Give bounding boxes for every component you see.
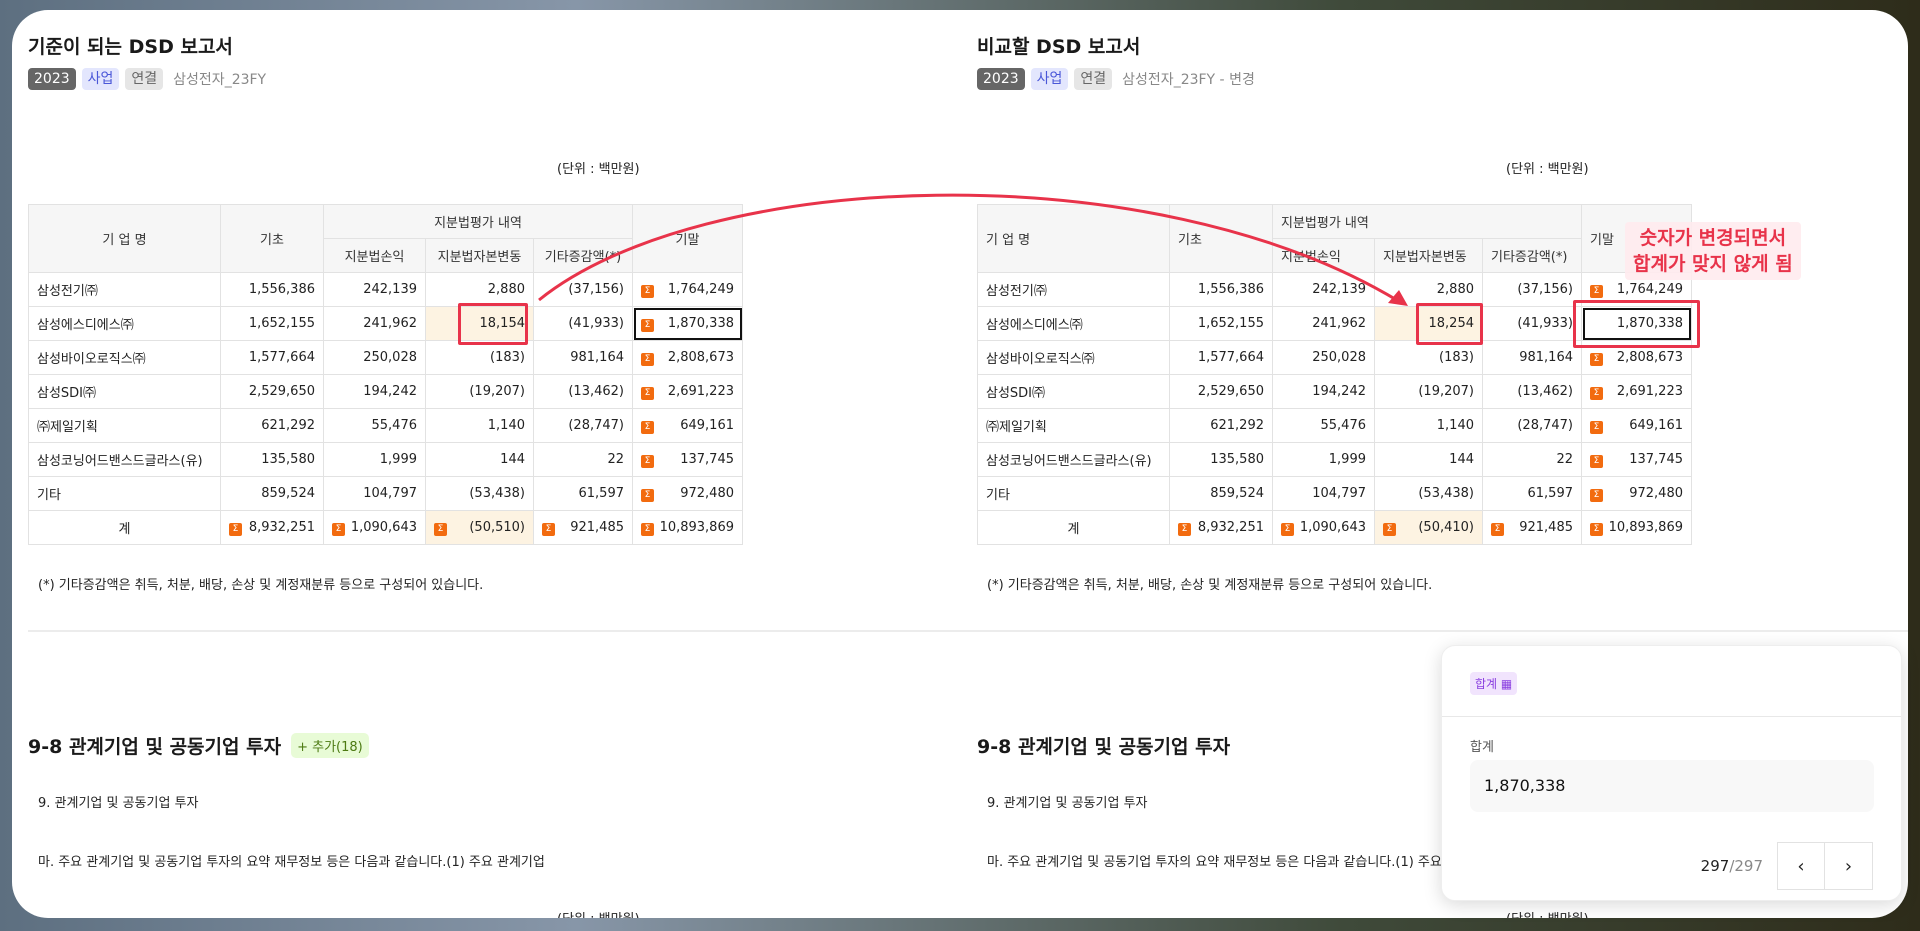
- total-mismatch-highlight: [1573, 300, 1700, 348]
- arrow-line: [538, 193, 1401, 304]
- chevron-right-icon: ›: [1844, 855, 1853, 877]
- sum-panel: 합계 ▦ 합계 1,870,338 297/297 ‹ ›: [1441, 645, 1902, 901]
- annotation-note: 숫자가 변경되면서 합계가 맞지 않게 됨: [1625, 222, 1801, 280]
- current-index: 297: [1700, 857, 1730, 875]
- sum-tag-label: 합계: [1475, 677, 1498, 691]
- sum-tag: 합계 ▦: [1470, 672, 1518, 695]
- chevron-left-icon: ‹: [1797, 855, 1805, 877]
- sum-value-field[interactable]: 1,870,338: [1470, 760, 1874, 812]
- changed-cell-highlight-right: [1416, 303, 1483, 345]
- total-count: /297: [1729, 857, 1763, 875]
- next-button[interactable]: ›: [1825, 842, 1873, 890]
- page-counter: 297/297: [1701, 857, 1763, 875]
- prev-button[interactable]: ‹: [1777, 842, 1825, 890]
- sum-label: 합계: [1470, 740, 1494, 755]
- changed-cell-highlight-left: [458, 303, 528, 345]
- pagination: 297/297 ‹ ›: [1701, 842, 1873, 890]
- panel-divider: [1442, 716, 1901, 717]
- calculator-icon: ▦: [1500, 677, 1513, 691]
